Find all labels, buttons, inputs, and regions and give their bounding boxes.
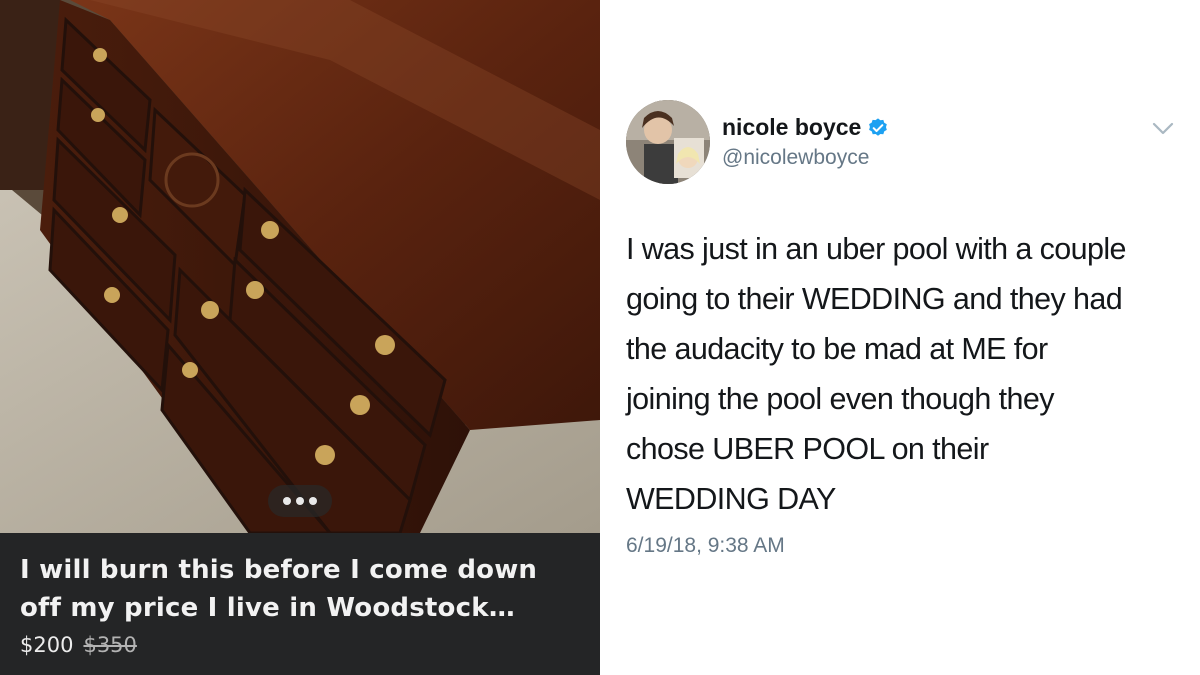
price-row: $200 $350 xyxy=(20,633,580,657)
marketplace-listing[interactable]: I will burn this before I come down off … xyxy=(0,0,600,675)
listing-photo[interactable] xyxy=(0,0,600,533)
more-photos-button[interactable] xyxy=(268,485,332,517)
tweet-text-line: joining the pool even though they xyxy=(626,382,1054,416)
original-price: $350 xyxy=(83,633,137,657)
tweet-text-line: going to their WEDDING and they had xyxy=(626,282,1123,316)
tweet-text: I was just in an uber pool with a couple… xyxy=(626,224,1186,524)
display-name[interactable]: nicole boyce xyxy=(722,114,861,141)
tweet-text-line: chose UBER POOL on their xyxy=(626,432,989,466)
tweet-text-line: I was just in an uber pool with a couple xyxy=(626,232,1127,266)
user-info[interactable]: nicole boyce @nicolewboyce xyxy=(722,114,889,170)
more-dots-icon xyxy=(296,497,304,505)
chevron-down-icon[interactable] xyxy=(1152,122,1174,136)
tweet-card: nicole boyce @nicolewboyce I was just in… xyxy=(600,0,1200,675)
more-dots-icon xyxy=(283,497,291,505)
avatar-photo xyxy=(626,100,710,184)
avatar[interactable] xyxy=(626,100,710,184)
listing-price: $200 xyxy=(20,633,74,657)
tweet-timestamp[interactable]: 6/19/18, 9:38 AM xyxy=(626,534,785,558)
listing-caption: I will burn this before I come down off … xyxy=(0,533,600,675)
listing-title[interactable]: I will burn this before I come down off … xyxy=(20,551,580,627)
user-handle[interactable]: @nicolewboyce xyxy=(722,146,889,170)
verified-badge-icon xyxy=(869,117,888,136)
tweet-text-line: the audacity to be mad at ME for xyxy=(626,332,1048,366)
tweet-text-line: WEDDING DAY xyxy=(626,482,836,516)
dresser-photo xyxy=(0,0,600,533)
more-dots-icon xyxy=(309,497,317,505)
display-name-row: nicole boyce xyxy=(722,114,889,141)
